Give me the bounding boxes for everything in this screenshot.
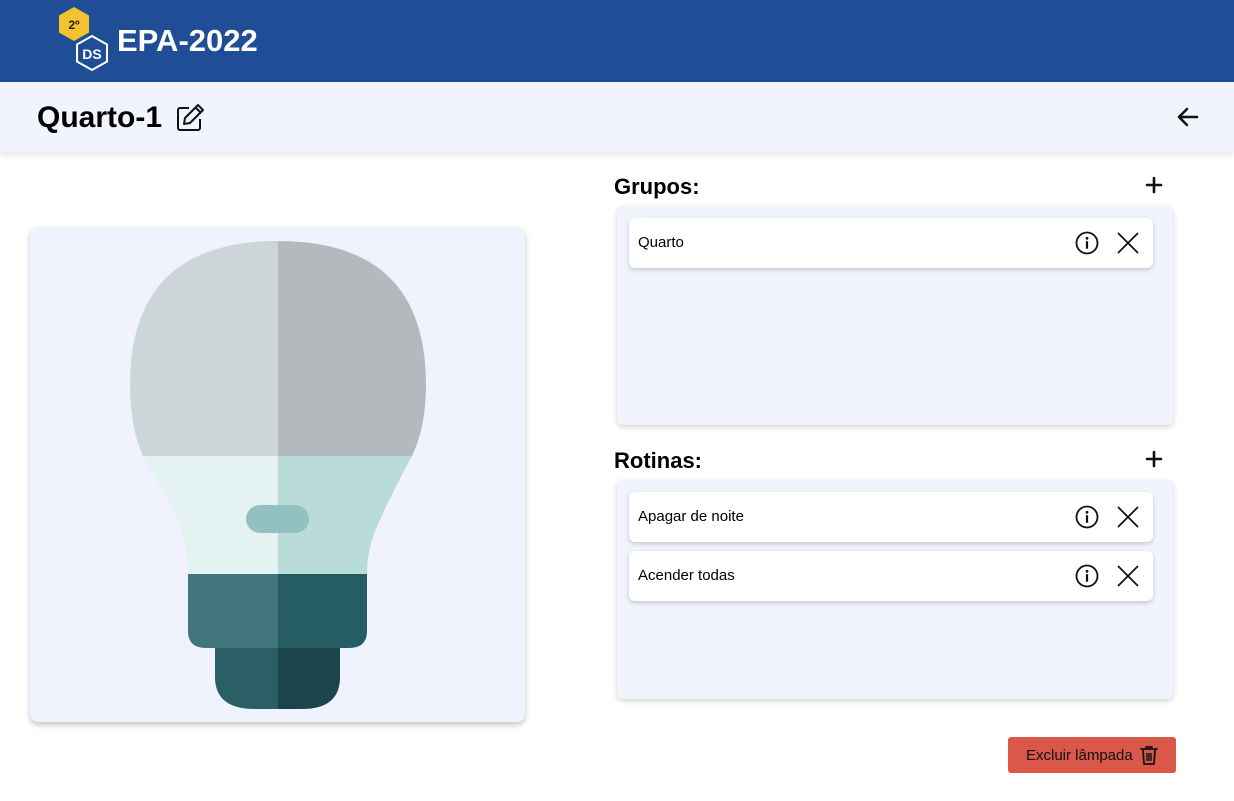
routines-panel: Apagar de noite Acender todas — [617, 480, 1173, 699]
logo-badge-text: 2º — [68, 18, 80, 32]
close-icon — [1117, 506, 1139, 528]
info-icon — [1075, 505, 1099, 529]
remove-group-button[interactable] — [1117, 232, 1139, 254]
group-info-button[interactable] — [1075, 231, 1099, 255]
group-item[interactable]: Quarto — [629, 218, 1153, 268]
groups-panel: Quarto — [617, 206, 1173, 425]
trash-icon — [1140, 746, 1158, 765]
device-name-title: Quarto-1 — [37, 101, 163, 134]
close-icon — [1117, 232, 1139, 254]
light-bulb-icon — [130, 241, 426, 709]
app-title: EPA-2022 — [117, 23, 258, 58]
groups-title: Grupos: — [614, 174, 700, 199]
routine-info-button[interactable] — [1075, 505, 1099, 529]
add-group-button[interactable] — [1142, 173, 1166, 197]
logo-mark-text: DS — [82, 46, 101, 62]
edit-name-button[interactable] — [174, 102, 206, 134]
arrow-left-icon — [1177, 107, 1199, 127]
routine-item-label: Acender todas — [638, 567, 735, 584]
routines-title: Rotinas: — [614, 448, 702, 473]
pencil-square-icon — [177, 104, 204, 131]
back-button[interactable] — [1174, 103, 1202, 131]
page-header: Quarto-1 — [0, 82, 1234, 152]
plus-icon — [1145, 176, 1163, 194]
remove-routine-button[interactable] — [1117, 506, 1139, 528]
delete-lamp-label: Excluir lâmpada — [1026, 747, 1133, 764]
group-item-label: Quarto — [638, 234, 684, 251]
app-logo: 2º DS — [58, 6, 112, 76]
info-icon — [1075, 231, 1099, 255]
app-header: 2º DS EPA-2022 — [0, 0, 1234, 82]
device-image-card — [30, 227, 525, 722]
delete-lamp-button[interactable]: Excluir lâmpada — [1008, 737, 1176, 773]
routine-item-label: Apagar de noite — [638, 508, 744, 525]
routine-item[interactable]: Acender todas — [629, 551, 1153, 601]
routine-item[interactable]: Apagar de noite — [629, 492, 1153, 542]
routine-info-button[interactable] — [1075, 564, 1099, 588]
plus-icon — [1145, 450, 1163, 468]
add-routine-button[interactable] — [1142, 447, 1166, 471]
remove-routine-button[interactable] — [1117, 565, 1139, 587]
info-icon — [1075, 564, 1099, 588]
close-icon — [1117, 565, 1139, 587]
